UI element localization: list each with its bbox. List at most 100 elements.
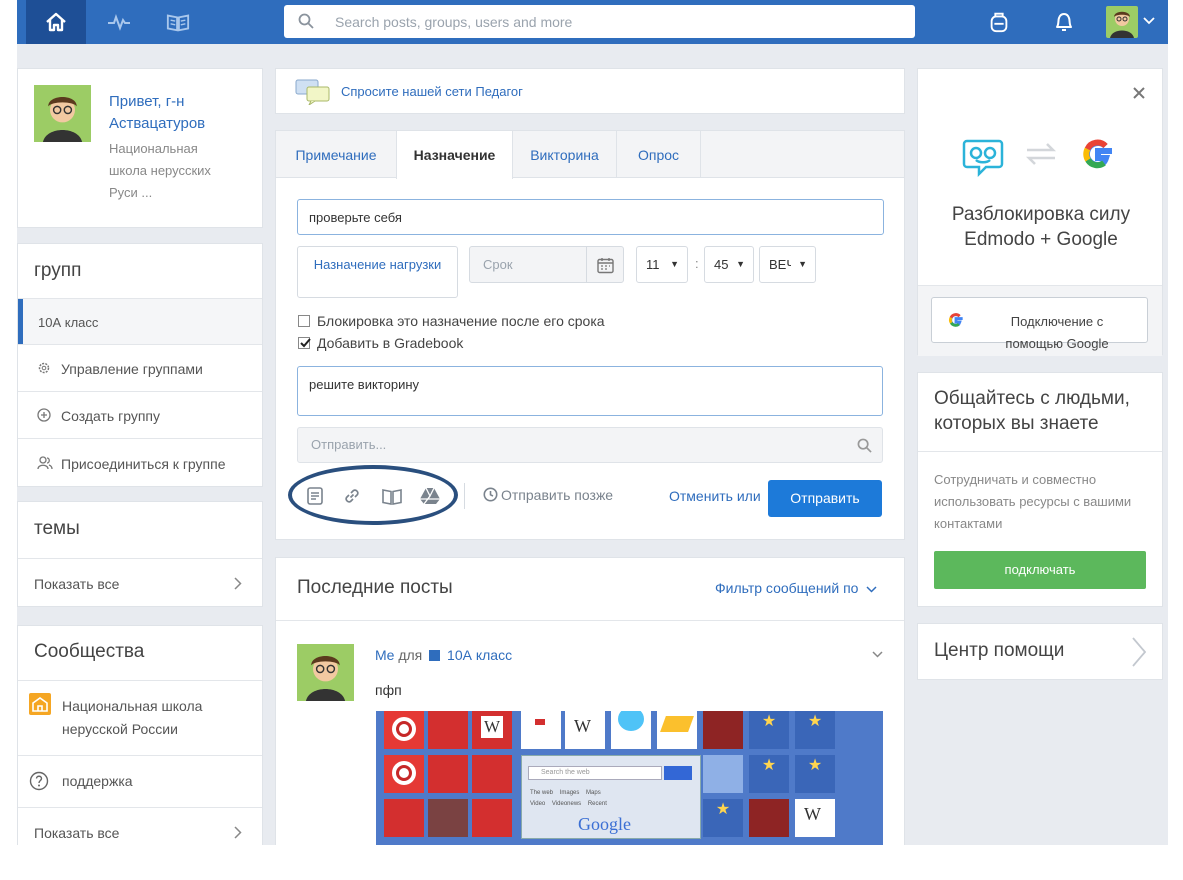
avatar[interactable] <box>1106 6 1138 38</box>
tile <box>428 755 468 793</box>
minute-select[interactable]: 45 ▼ <box>704 246 754 283</box>
send-button[interactable]: Отправить <box>768 480 882 517</box>
post-group-link[interactable]: 10А класс <box>447 647 512 663</box>
calendar-icon[interactable] <box>597 257 614 274</box>
tile <box>472 799 512 837</box>
post-image[interactable]: W W ★ ★ Search the web The web Images Ma… <box>376 711 883 845</box>
profile-name[interactable]: Привет, г-н Аствацатуров <box>109 91 244 135</box>
wikipedia-tile: W <box>472 711 512 749</box>
time-separator: : <box>695 256 699 271</box>
star-tile: ★ <box>749 711 789 749</box>
divider <box>464 483 465 509</box>
book-icon[interactable] <box>166 10 190 34</box>
check-icon <box>300 338 311 348</box>
communities-card: Сообщества Национальная школа нерусской … <box>17 625 263 845</box>
post-author[interactable]: Me <box>375 647 394 663</box>
send-later-button[interactable]: Отправить позже <box>483 487 613 503</box>
gradebook-checkbox-row[interactable]: Добавить в Gradebook <box>298 335 463 351</box>
send-to-placeholder: Отправить... <box>311 437 387 452</box>
tile <box>657 711 697 749</box>
sidebar-item-10a[interactable]: 10А класс <box>18 298 262 345</box>
users-icon <box>37 456 53 470</box>
sidebar-item-manage-groups[interactable]: Управление группами <box>18 344 262 391</box>
topics-card: темы Показать все <box>17 501 263 607</box>
tab-note[interactable]: Примечание <box>276 131 396 178</box>
ampm-select[interactable]: ВЕЧ ▼ <box>759 246 816 283</box>
chevron-down-icon[interactable] <box>872 651 883 658</box>
tab-assignment[interactable]: Назначение <box>396 131 513 179</box>
chevron-right-icon <box>1132 637 1146 667</box>
embedded-options: The web Images Maps Video Videonews Rece… <box>530 790 607 807</box>
chevron-right-icon <box>234 577 242 590</box>
support-label: поддержка <box>62 773 133 789</box>
tile <box>611 711 651 749</box>
profile-card: Привет, г-н Аствацатуров Национальная шк… <box>17 68 263 228</box>
join-group-label: Присоединиться к группе <box>61 456 226 472</box>
bell-icon[interactable] <box>1052 10 1076 34</box>
sidebar-item-create-group[interactable]: Создать группу <box>18 391 262 438</box>
send-later-label: Отправить позже <box>501 487 614 503</box>
connect-button[interactable]: подключать <box>934 551 1146 589</box>
assignment-title-field[interactable]: проверьте себя <box>297 199 884 235</box>
gradebook-checkbox[interactable] <box>298 337 311 349</box>
community-label: Национальная школа нерусской России <box>62 698 203 737</box>
wikipedia-tile: W <box>565 711 605 749</box>
group-color-square <box>429 650 441 661</box>
lock-checkbox-row[interactable]: Блокировка это назначение после его срок… <box>298 313 605 329</box>
help-center-card[interactable]: Центр помощи <box>917 623 1163 680</box>
connect-button-label: подключать <box>1004 562 1076 577</box>
tab-poll[interactable]: Опрос <box>617 131 701 178</box>
hour-value: 11 <box>646 257 660 272</box>
communities-title: Сообщества <box>34 641 145 662</box>
communities-show-all[interactable]: Показать все <box>18 807 262 845</box>
description-field[interactable]: решите викторину <box>297 366 883 416</box>
search-input[interactable]: Search posts, groups, users and more <box>284 5 915 38</box>
send-to-field[interactable]: Отправить... <box>297 427 883 463</box>
sidebar-item-join-group[interactable]: Присоединиться к группе <box>18 438 262 488</box>
send-label: Отправить <box>790 490 860 506</box>
tile <box>521 711 561 749</box>
embedded-search-button <box>664 766 692 780</box>
tile <box>428 711 468 749</box>
divider <box>276 620 904 621</box>
connect-google-label: Подключение с помощью Google <box>1005 314 1109 351</box>
annotation-ellipse <box>288 465 458 525</box>
activity-icon[interactable] <box>107 10 131 34</box>
close-icon[interactable] <box>1133 87 1145 99</box>
tile <box>384 799 424 837</box>
pinterest-tile <box>384 755 424 793</box>
assignment-title-value: проверьте себя <box>309 210 402 225</box>
ask-network-card[interactable]: Спросите нашей сети Педагог <box>275 68 905 114</box>
tab-quiz[interactable]: Викторина <box>513 131 617 178</box>
profile-school: Национальная школа нерусских Руси ... <box>109 141 211 200</box>
home-button[interactable] <box>26 0 86 44</box>
group-label: 10А класс <box>38 315 99 330</box>
lock-checkbox[interactable] <box>298 315 310 327</box>
topics-show-all[interactable]: Показать все <box>18 558 262 608</box>
hour-select[interactable]: 11 ▼ <box>636 246 688 283</box>
connect-google-button[interactable]: Подключение с помощью Google <box>931 297 1148 351</box>
wikipedia-tile: W <box>795 799 835 837</box>
plus-circle-icon <box>37 408 51 422</box>
community-item-national-school[interactable]: Национальная школа нерусской России <box>18 680 262 755</box>
chevron-down-icon <box>866 586 877 593</box>
post-author-avatar[interactable] <box>297 644 354 701</box>
pinterest-tile <box>384 711 424 749</box>
community-item-support[interactable]: поддержка <box>18 755 262 807</box>
lock-label: Блокировка это назначение после его срок… <box>317 313 605 329</box>
profile-avatar[interactable] <box>34 85 91 142</box>
cancel-link[interactable]: Отменить или <box>669 488 761 504</box>
load-assignment-button[interactable]: Назначение нагрузки <box>297 246 458 298</box>
backpack-icon[interactable] <box>987 10 1011 34</box>
help-circle-icon <box>29 771 49 791</box>
chevron-down-icon[interactable] <box>1143 17 1155 25</box>
feed-filter[interactable]: Фильтр сообщений по <box>715 580 877 596</box>
due-date-field[interactable]: Срок <box>469 246 624 283</box>
caret-down-icon: ▼ <box>670 259 679 269</box>
home-icon <box>46 12 66 32</box>
active-indicator <box>18 299 23 345</box>
post-text: пфп <box>375 682 402 698</box>
gear-icon <box>38 362 50 374</box>
google-g-icon <box>948 313 963 327</box>
connect-people-card: Общайтесь с людьми, которых вы знаете Со… <box>917 372 1163 607</box>
